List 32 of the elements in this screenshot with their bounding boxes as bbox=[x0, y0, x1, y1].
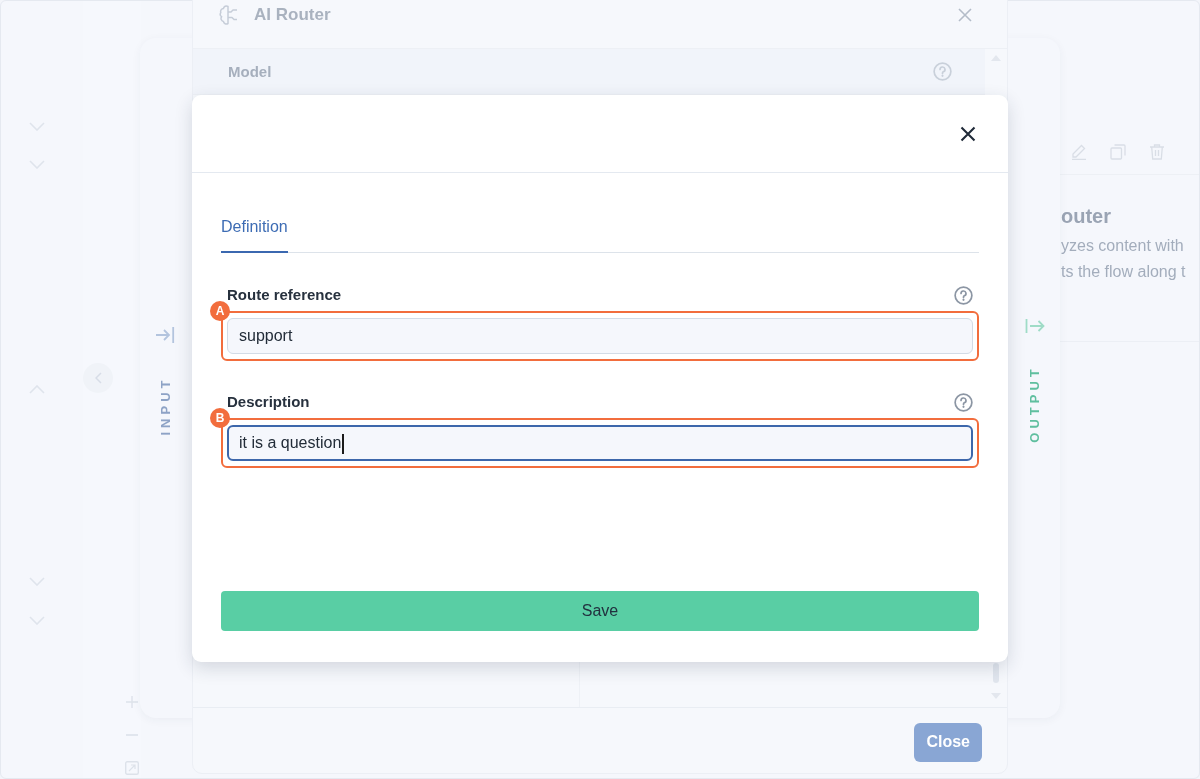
tab[interactable]: Definition bbox=[221, 217, 288, 253]
trash-icon[interactable] bbox=[1149, 143, 1165, 160]
node-title: outer bbox=[1061, 204, 1112, 229]
output-label: OUTPUT bbox=[1028, 365, 1042, 443]
arrow-to-bar-icon bbox=[155, 326, 175, 344]
close-icon bbox=[958, 7, 972, 22]
help-icon[interactable] bbox=[954, 392, 973, 412]
node-description: ts the flow along t bbox=[1061, 262, 1187, 282]
pencil-icon[interactable] bbox=[1071, 143, 1087, 160]
dialog-title: AI Router bbox=[254, 4, 331, 25]
annotation-marker: A bbox=[210, 301, 230, 321]
brain-icon bbox=[219, 3, 239, 26]
field-label: Model bbox=[228, 63, 272, 80]
annotation-marker: B bbox=[210, 408, 230, 428]
help-icon[interactable] bbox=[933, 62, 952, 81]
text-field[interactable]: support bbox=[227, 318, 973, 354]
input-label: INPUT bbox=[158, 376, 172, 436]
collapse-button[interactable] bbox=[83, 363, 113, 393]
copy-icon[interactable] bbox=[1110, 143, 1126, 160]
field-label: Route reference bbox=[227, 285, 342, 305]
field-label: Description bbox=[227, 392, 310, 412]
text-field[interactable]: it is a question bbox=[227, 425, 973, 461]
close-icon bbox=[960, 125, 976, 142]
bar-arrow-icon bbox=[1025, 318, 1045, 334]
node-description: yzes content with bbox=[1061, 236, 1185, 256]
help-icon[interactable] bbox=[954, 285, 973, 305]
fit-view-icon[interactable] bbox=[125, 761, 139, 775]
scrollbar-thumb[interactable] bbox=[993, 663, 999, 683]
close-button[interactable] bbox=[960, 125, 976, 142]
text-cursor-icon bbox=[342, 433, 345, 454]
save-button[interactable]: Save bbox=[221, 591, 979, 631]
chevron-left-icon bbox=[94, 372, 102, 384]
